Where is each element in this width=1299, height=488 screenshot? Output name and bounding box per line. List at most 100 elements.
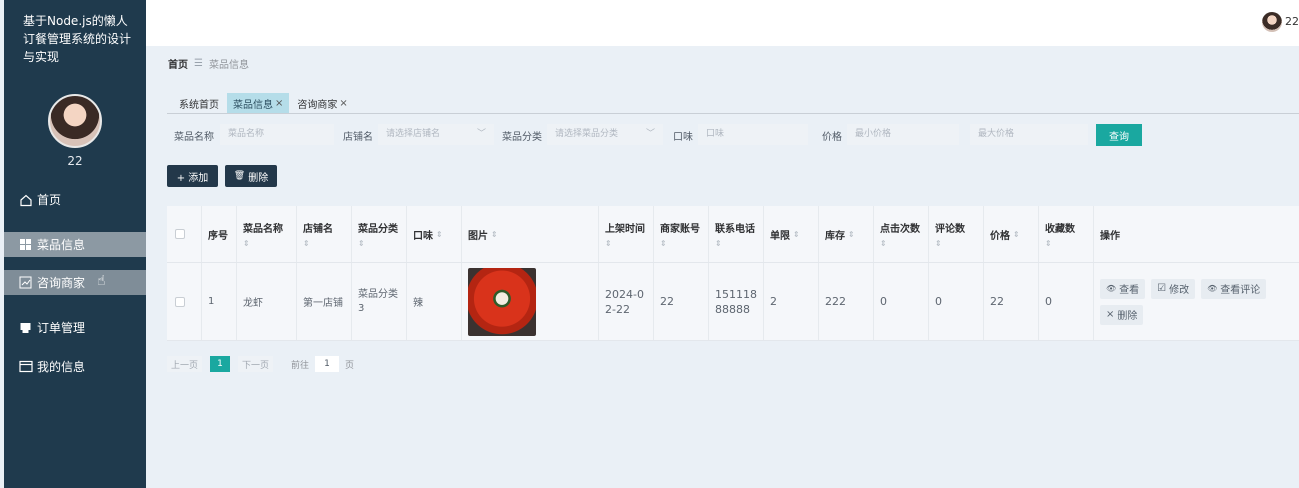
tab-label: 菜品信息 xyxy=(233,99,273,111)
next-page-button[interactable]: 下一页 xyxy=(238,356,274,372)
sidebar-item-consult[interactable]: 咨询商家 xyxy=(4,270,146,295)
sidebar-item-label: 订单管理 xyxy=(37,321,86,335)
table-header: 序号 菜品名称 ⇕ 店铺名 ⇕ 菜品分类 ⇕ 口味 ⇕ 图片 ⇕ 上架时间 ⇕ 商家账号 ⇕ … xyxy=(167,206,1299,263)
query-button[interactable]: 查询 xyxy=(1096,124,1142,146)
dish-image[interactable] xyxy=(468,267,536,336)
tab-dishes[interactable]: 菜品信息 × xyxy=(227,93,290,113)
max-price-input[interactable]: 最大价格 xyxy=(970,124,1088,145)
top-username[interactable]: 22 xyxy=(1285,15,1299,28)
sort-icon[interactable]: ⇕ xyxy=(880,239,887,248)
sort-icon[interactable]: ⇕ xyxy=(715,239,722,248)
select-all-checkbox-cell xyxy=(167,206,202,262)
shop-label: 店铺名 xyxy=(343,132,373,143)
sort-icon[interactable]: ⇕ xyxy=(605,239,612,248)
dish-name-input[interactable]: 菜品名称 xyxy=(220,124,334,145)
header-label: 联系电话 xyxy=(715,224,755,235)
sidebar-item-home[interactable]: 首页 xyxy=(4,180,146,219)
delete-row-button-label: 删除 xyxy=(1117,311,1138,322)
dish-table: 序号 菜品名称 ⇕ 店铺名 ⇕ 菜品分类 ⇕ 口味 ⇕ 图片 ⇕ 上架时间 ⇕ 商家账号 ⇕ … xyxy=(167,206,1299,341)
add-button[interactable]: + 添加 xyxy=(167,165,218,187)
sidebar-menu: 首页 菜品信息 咨询商家 订单管理 我的信息 xyxy=(4,180,146,386)
close-icon[interactable]: × xyxy=(275,98,283,109)
sort-icon[interactable]: ⇕ xyxy=(436,230,443,239)
cell-image xyxy=(462,263,599,340)
page-number-1[interactable]: 1 xyxy=(210,356,231,372)
grid-icon xyxy=(18,237,33,252)
header-ops: 操作 xyxy=(1100,230,1120,242)
taste-input[interactable]: 口味 xyxy=(698,124,808,145)
header-favorites[interactable]: 收藏数 ⇕ xyxy=(1039,206,1094,262)
sidebar-item-label: 首页 xyxy=(37,193,62,207)
header-reviews[interactable]: 评论数 ⇕ xyxy=(929,206,984,262)
cell-account: 22 xyxy=(654,263,709,340)
sort-icon[interactable]: ⇕ xyxy=(1013,230,1020,239)
cell-stock: 222 xyxy=(819,263,874,340)
sidebar-item-label: 菜品信息 xyxy=(37,238,86,252)
header-phone[interactable]: 联系电话 ⇕ xyxy=(709,206,764,262)
sort-icon[interactable]: ⇕ xyxy=(491,230,498,239)
trash-icon: 🗑 xyxy=(233,171,246,181)
sidebar-username: 22 xyxy=(67,154,83,168)
cell-shop: 第一店铺 xyxy=(297,263,352,340)
category-select[interactable]: 请选择菜品分类 ﹀ xyxy=(547,124,663,145)
row-checkbox[interactable] xyxy=(175,296,185,307)
sort-icon[interactable]: ⇕ xyxy=(243,239,250,248)
avatar[interactable] xyxy=(48,94,102,148)
prev-page-button[interactable]: 上一页 xyxy=(167,356,203,372)
close-icon[interactable]: × xyxy=(339,98,347,109)
tab-home[interactable]: 系统首页 xyxy=(173,93,225,113)
sort-icon[interactable]: ⇕ xyxy=(358,239,365,248)
min-price-input[interactable]: 最小价格 xyxy=(847,124,959,145)
view-button[interactable]: 👁 查看 xyxy=(1100,278,1146,299)
shop-select[interactable]: 请选择店铺名 ﹀ xyxy=(378,124,494,145)
header-shop[interactable]: 店铺名 ⇕ xyxy=(297,206,352,262)
goto-page-input[interactable]: 1 xyxy=(315,356,340,372)
chart-icon xyxy=(18,275,33,290)
cell-taste: 辣 xyxy=(407,263,462,340)
header-stock[interactable]: 库存 ⇕ xyxy=(819,206,874,262)
header-price[interactable]: 价格 ⇕ xyxy=(984,206,1039,262)
header-taste[interactable]: 口味 ⇕ xyxy=(407,206,462,262)
ops-group: 👁 查看 ☑ 修改 👁 查看评论 × 删除 xyxy=(1100,278,1290,325)
breadcrumb-separator-icon: ☰ xyxy=(194,58,203,69)
header-label: 菜品名称 xyxy=(243,224,283,235)
view-reviews-button[interactable]: 👁 查看评论 xyxy=(1201,278,1267,299)
top-bar: 22 xyxy=(146,0,1299,46)
sort-icon[interactable]: ⇕ xyxy=(303,239,310,248)
sidebar: 基于Node.js的懒人订餐管理系统的设计与实现 22 首页 菜品信息 咨询商家 xyxy=(4,0,146,488)
header-label: 上架时间 xyxy=(605,224,645,235)
header-label: 商家账号 xyxy=(660,224,700,235)
sidebar-item-label: 咨询商家 xyxy=(37,276,86,290)
header-image[interactable]: 图片 ⇕ xyxy=(462,206,599,262)
taste-label: 口味 xyxy=(673,132,693,143)
sidebar-item-orders[interactable]: 订单管理 xyxy=(4,308,146,347)
header-name[interactable]: 菜品名称 ⇕ xyxy=(237,206,297,262)
sidebar-item-profile[interactable]: 我的信息 xyxy=(4,347,146,386)
sort-icon[interactable]: ⇕ xyxy=(935,239,942,248)
tab-consult[interactable]: 咨询商家 × xyxy=(291,93,353,113)
header-account[interactable]: 商家账号 ⇕ xyxy=(654,206,709,262)
category-select-placeholder: 请选择菜品分类 xyxy=(555,129,619,139)
delete-button[interactable]: 🗑 删除 xyxy=(225,165,277,187)
sidebar-item-dishes[interactable]: 菜品信息 xyxy=(4,232,146,257)
avatar[interactable] xyxy=(1262,12,1282,32)
header-clicks[interactable]: 点击次数 ⇕ xyxy=(874,206,929,262)
cell-reviews: 0 xyxy=(929,263,984,340)
header-limit[interactable]: 单限 ⇕ xyxy=(764,206,819,262)
select-all-checkbox[interactable] xyxy=(175,229,185,239)
sort-icon[interactable]: ⇕ xyxy=(660,239,667,248)
edit-button[interactable]: ☑ 修改 xyxy=(1151,278,1196,299)
header-time[interactable]: 上架时间 ⇕ xyxy=(599,206,654,262)
header-category[interactable]: 菜品分类 ⇕ xyxy=(352,206,407,262)
sort-icon[interactable]: ⇕ xyxy=(848,230,855,239)
cell-category: 菜品分类3 xyxy=(352,263,407,340)
delete-row-button[interactable]: × 删除 xyxy=(1100,304,1144,325)
goto-label: 前往 xyxy=(291,360,310,371)
home-icon xyxy=(18,192,33,207)
tab-label: 咨询商家 xyxy=(297,99,338,111)
breadcrumb-home[interactable]: 首页 xyxy=(168,56,188,71)
sort-icon[interactable]: ⇕ xyxy=(1045,239,1052,248)
sort-icon[interactable]: ⇕ xyxy=(793,230,800,239)
dish-name-label: 菜品名称 xyxy=(174,132,214,143)
chevron-down-icon: ﹀ xyxy=(476,129,486,139)
